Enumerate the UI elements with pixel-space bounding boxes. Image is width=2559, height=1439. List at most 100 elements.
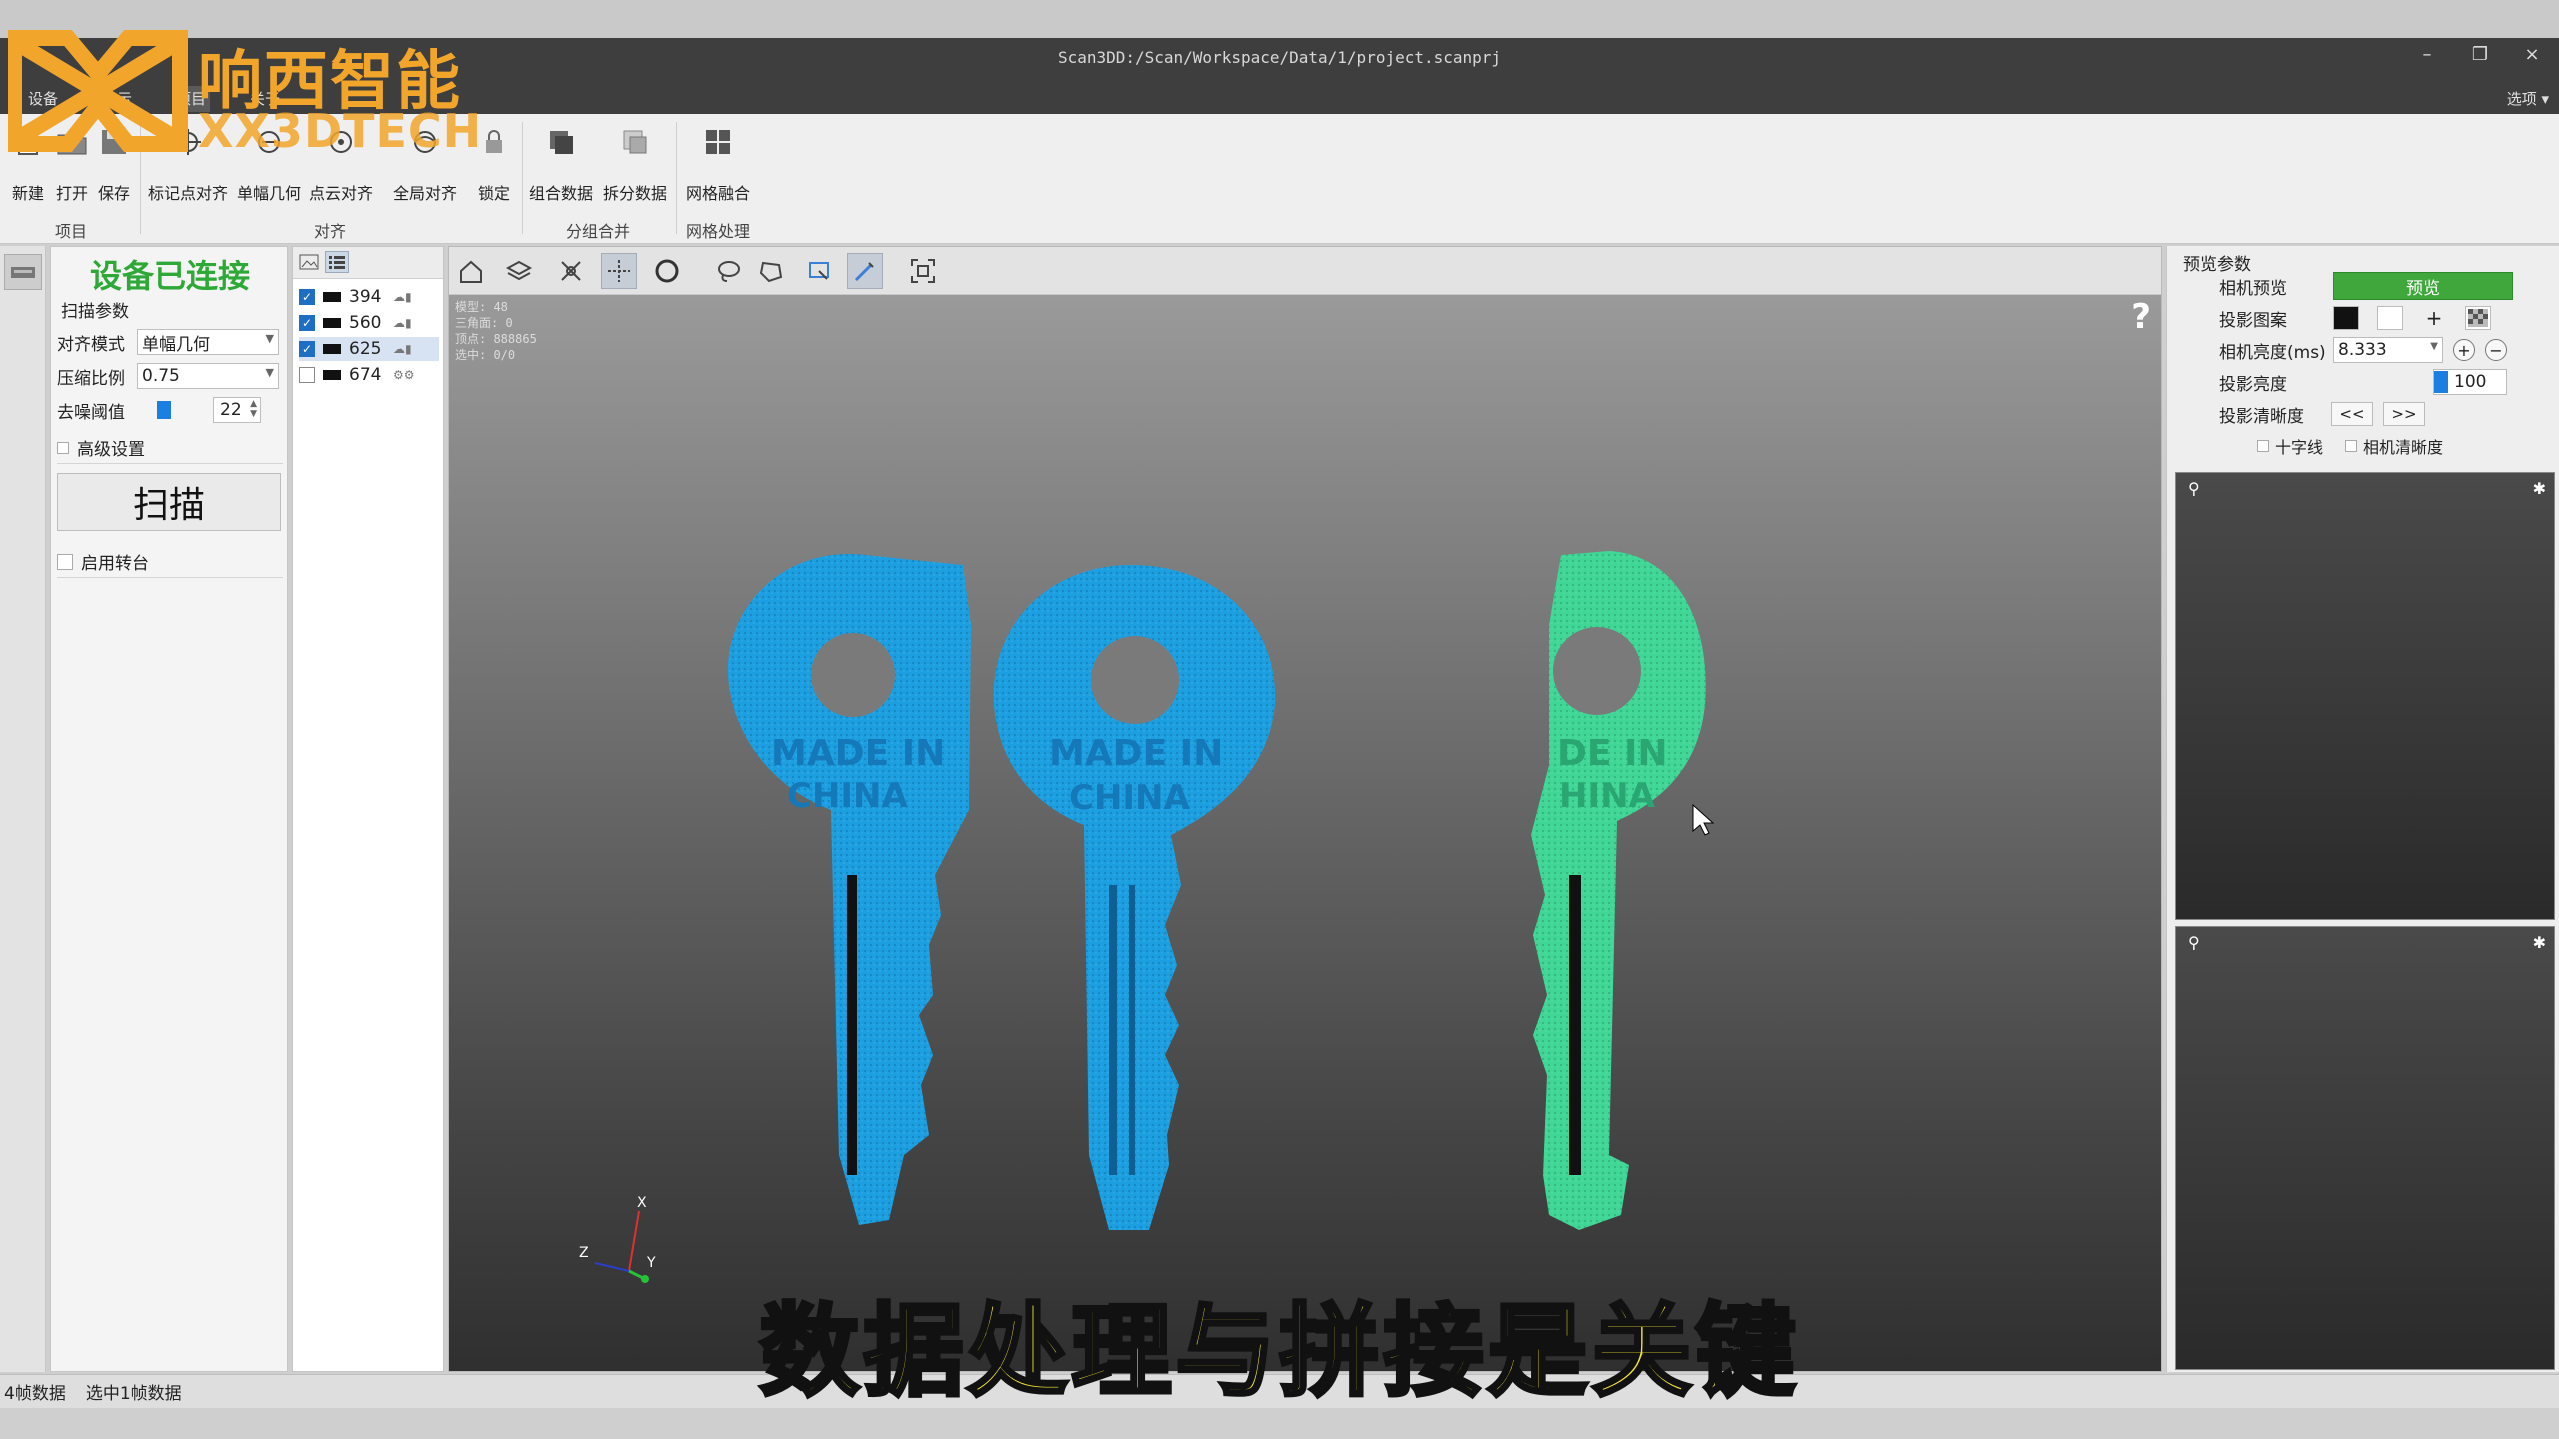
frame-id: 394 <box>349 287 382 307</box>
align-mode-label: 对齐模式 <box>57 334 125 355</box>
denoise-slider[interactable] <box>137 399 201 421</box>
clarity-prev-button[interactable]: << <box>2331 402 2373 426</box>
pattern-black[interactable] <box>2333 306 2359 330</box>
split-data-button[interactable]: 拆分数据 <box>602 114 668 204</box>
scan-button[interactable]: 扫描 <box>57 473 281 531</box>
global-align-label: 全局对齐 <box>392 184 457 203</box>
align-mode-select[interactable]: 单幅几何 ▼ <box>137 329 279 355</box>
checker-pattern-icon[interactable] <box>2465 306 2491 330</box>
scanned-key-right: DE IN HINA <box>1531 551 1706 1230</box>
scanned-key-left: MADE IN CHINA <box>727 554 971 1225</box>
camera-clarity-checkbox[interactable] <box>2345 440 2358 452</box>
denoise-slider-handle[interactable] <box>157 401 171 419</box>
scanner-tab[interactable] <box>4 254 42 290</box>
turntable-checkbox[interactable] <box>57 553 73 570</box>
mesh-fusion-button[interactable]: 网格融合 <box>682 114 754 204</box>
marker-align-button[interactable]: 标记点对齐 <box>146 114 230 204</box>
menu-display[interactable]: 显示 <box>98 86 136 112</box>
preview-button[interactable]: 预览 <box>2333 272 2513 300</box>
viewport-canvas[interactable]: 模型: 48 三角面: 0 顶点: 888865 选中: 0/0 ? MADE … <box>449 295 2161 1371</box>
global-align-button[interactable]: 全局对齐 <box>392 114 458 204</box>
device-status: 设备已连接 <box>89 257 250 295</box>
frame-checkbox[interactable]: ✓ <box>299 315 315 331</box>
ribbon-separator <box>140 122 141 234</box>
options-menu[interactable]: 选项 ▾ <box>2507 88 2549 109</box>
brush-select-icon[interactable] <box>847 253 883 289</box>
zoom-out-icon[interactable]: − <box>2485 339 2507 361</box>
mouse-cursor-icon <box>1692 803 1715 836</box>
marker-align-label: 标记点对齐 <box>147 184 228 203</box>
thumbnail-view-icon[interactable] <box>297 251 321 273</box>
data-list-toolbar <box>293 247 443 279</box>
magnifier-icon[interactable]: ⚲ <box>2188 933 2200 952</box>
camera-brightness-input[interactable]: 8.333 ▼ <box>2333 337 2443 363</box>
rect-select-icon[interactable] <box>801 253 837 289</box>
lock-icon <box>476 124 512 160</box>
fit-view-icon[interactable] <box>905 253 941 289</box>
save-button[interactable]: 保存 <box>94 114 134 204</box>
data-row-394[interactable]: ✓ 394 ☁▮ <box>299 285 439 309</box>
compress-select[interactable]: 0.75 ▼ <box>137 363 279 389</box>
transform-icon[interactable] <box>553 253 589 289</box>
new-button[interactable]: 新建 <box>8 114 48 204</box>
frame-id: 674 <box>349 365 382 385</box>
denoise-spinbox[interactable]: 22 ▲ ▼ <box>213 397 261 423</box>
pin-icon[interactable]: ✱ <box>2533 933 2546 952</box>
magnifier-icon[interactable]: ⚲ <box>2188 479 2200 498</box>
open-label: 打开 <box>55 184 88 203</box>
pattern-white[interactable] <box>2377 306 2403 330</box>
single-geometry-button[interactable]: 单幅几何 <box>236 114 302 204</box>
crosshair-checkbox[interactable] <box>2257 440 2269 452</box>
frame-checkbox[interactable]: ✓ <box>299 289 315 305</box>
divider <box>57 463 283 464</box>
group-merge: 分组合并 <box>565 222 630 241</box>
crosshair-pattern-icon[interactable]: + <box>2421 306 2447 330</box>
open-button[interactable]: 打开 <box>52 114 92 204</box>
lasso-icon[interactable] <box>711 253 747 289</box>
spin-arrows-icon[interactable]: ▲ ▼ <box>250 399 257 419</box>
denoise-value: 22 <box>220 400 242 420</box>
projection-brightness-input[interactable]: 100 <box>2433 369 2507 395</box>
data-row-674[interactable]: 674 ⚙⚙ <box>299 363 439 387</box>
circle-select-icon[interactable] <box>649 253 685 289</box>
layers-icon[interactable] <box>501 253 537 289</box>
zoom-in-icon[interactable]: + <box>2453 339 2475 361</box>
geometry-icon <box>251 124 287 160</box>
global-align-icon <box>407 124 443 160</box>
group-mesh: 网格处理 <box>685 222 750 241</box>
minimize-button[interactable]: – <box>2407 42 2447 68</box>
cloud-align-button[interactable]: 点云对齐 <box>308 114 374 204</box>
scan-app: Scan3DD:/Scan/Workspace/Data/1/project.s… <box>0 0 2559 1439</box>
data-row-625[interactable]: ✓ 625 ☁▮ <box>299 337 439 361</box>
menu-about[interactable]: 关于 <box>246 86 284 112</box>
restore-button[interactable]: ❐ <box>2460 42 2500 68</box>
frame-checkbox[interactable] <box>299 367 315 383</box>
camera-view-left[interactable]: ⚲ ✱ <box>2175 472 2555 920</box>
preview-params-panel: 预览参数 相机预览 预览 投影图案 + 相机亮度(ms) 8.333 ▼ + −… <box>2166 246 2559 1372</box>
list-view-icon[interactable] <box>325 251 349 273</box>
frame-checkbox[interactable]: ✓ <box>299 341 315 357</box>
advanced-checkbox[interactable] <box>57 441 69 454</box>
data-row-560[interactable]: ✓ 560 ☁▮ <box>299 311 439 335</box>
new-file-icon <box>10 124 46 160</box>
polygon-select-icon[interactable] <box>753 253 789 289</box>
pattern-row: 投影图案 + <box>2219 304 2509 332</box>
close-button[interactable]: × <box>2512 42 2552 68</box>
clarity-next-button[interactable]: >> <box>2383 402 2425 426</box>
combine-data-button[interactable]: 组合数据 <box>528 114 594 204</box>
target-icon <box>170 124 206 160</box>
home-view-icon[interactable] <box>453 253 489 289</box>
point-select-icon[interactable] <box>601 253 637 289</box>
window-title: Scan3DD:/Scan/Workspace/Data/1/project.s… <box>1057 48 1502 67</box>
menu-project[interactable]: 项目 <box>172 86 211 112</box>
scan-panel: 设备已连接 扫描参数 对齐模式 单幅几何 ▼ 压缩比例 0.75 ▼ 去噪阈值 … <box>50 246 288 1372</box>
lock-button[interactable]: 锁定 <box>474 114 514 204</box>
view-options-row: 十字线 相机清晰度 <box>2257 432 2443 460</box>
pattern-label: 投影图案 <box>2219 310 2287 331</box>
turntable-row[interactable]: 启用转台 <box>57 549 149 574</box>
pin-icon[interactable]: ✱ <box>2533 479 2546 498</box>
axis-x-label: X <box>637 1195 647 1211</box>
advanced-settings-row[interactable]: 高级设置 <box>57 435 145 460</box>
menu-device[interactable]: 设备 <box>24 86 62 112</box>
projection-clarity-label: 投影清晰度 <box>2219 406 2304 427</box>
